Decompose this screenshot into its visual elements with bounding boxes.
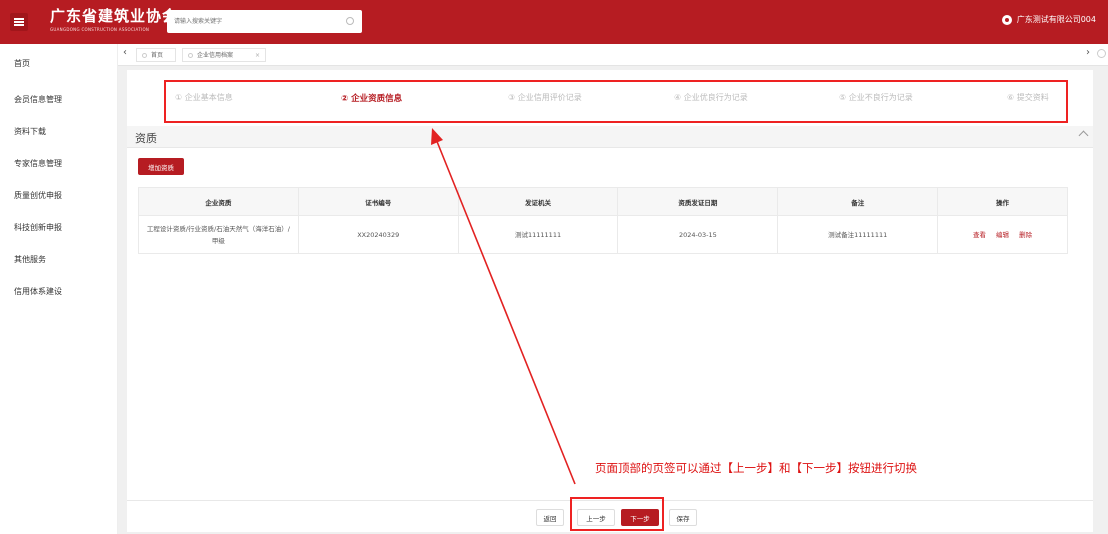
tab-credit-label: 企业信用档案 bbox=[197, 52, 234, 59]
tab-home-label: 首页 bbox=[151, 52, 164, 59]
section-header: 资质 bbox=[127, 126, 1093, 148]
edit-link[interactable]: 编辑 bbox=[996, 231, 1009, 239]
column-header: 备注 bbox=[777, 187, 939, 216]
tab-scroll-right-icon[interactable]: › bbox=[1086, 47, 1090, 58]
column-header: 证书编号 bbox=[297, 187, 459, 216]
sidebar-item-home[interactable]: 首页 bbox=[0, 44, 117, 84]
step-bad-behavior[interactable]: ⑤ 企业不良行为记录 bbox=[839, 92, 913, 103]
cell-qualification: 工程设计资质/行业资质/石油天然气（海洋石油）/甲级 bbox=[138, 215, 299, 254]
user-name: 广东测试有限公司004 bbox=[1016, 15, 1096, 24]
sidebar-item-other[interactable]: 其他服务 bbox=[0, 244, 117, 276]
table-header-row: 企业资质 证书编号 发证机关 资质发证日期 备注 操作 bbox=[138, 187, 1068, 216]
column-header: 发证机关 bbox=[457, 187, 619, 216]
step-qualification-info[interactable]: ② 企业资质信息 bbox=[341, 92, 402, 104]
sidebar-item-credit[interactable]: 信用体系建设 bbox=[0, 276, 117, 308]
tab-close-icon[interactable]: × bbox=[255, 49, 260, 63]
site-subtitle: GUANGDONG CONSTRUCTION ASSOCIATION bbox=[50, 27, 150, 32]
table-row: 工程设计资质/行业资质/石油天然气（海洋石油）/甲级 XX20240329 测试… bbox=[138, 215, 1068, 254]
next-step-button[interactable]: 下一步 bbox=[621, 509, 659, 526]
form-footer: 返回 上一步 下一步 保存 bbox=[127, 500, 1093, 532]
top-header: 广东省建筑业协会 GUANGDONG CONSTRUCTION ASSOCIAT… bbox=[0, 0, 1108, 44]
step-submit[interactable]: ⑥ 提交资料 bbox=[1007, 92, 1049, 103]
tab-strip: ‹ 首页 企业信用档案 × › bbox=[118, 44, 1108, 66]
tab-dot-icon bbox=[142, 53, 147, 58]
add-qualification-button[interactable]: 增加资质 bbox=[138, 158, 184, 175]
sidebar-item-downloads[interactable]: 资料下载 bbox=[0, 116, 117, 148]
section-title: 资质 bbox=[135, 132, 157, 145]
step-good-behavior[interactable]: ④ 企业优良行为记录 bbox=[674, 92, 748, 103]
close-all-tabs-icon[interactable] bbox=[1097, 49, 1106, 58]
tab-credit-profile[interactable]: 企业信用档案 × bbox=[182, 48, 266, 62]
user-menu[interactable]: 广东测试有限公司004 bbox=[1001, 14, 1096, 25]
search-input[interactable] bbox=[167, 10, 337, 33]
user-avatar-icon bbox=[1001, 14, 1012, 25]
step-tabs: ① 企业基本信息 ② 企业资质信息 ③ 企业信用评价记录 ④ 企业优良行为记录 … bbox=[127, 70, 1093, 126]
menu-toggle-icon[interactable] bbox=[10, 13, 28, 31]
tab-scroll-left-icon[interactable]: ‹ bbox=[123, 47, 127, 58]
sidebar-item-member-info[interactable]: 会员信息管理 bbox=[0, 84, 117, 116]
qualification-table: 企业资质 证书编号 发证机关 资质发证日期 备注 操作 工程设计资质/行业资质/… bbox=[138, 187, 1068, 254]
step-basic-info[interactable]: ① 企业基本信息 bbox=[175, 92, 233, 103]
column-header: 资质发证日期 bbox=[617, 187, 779, 216]
tab-dot-icon bbox=[188, 53, 193, 58]
collapse-chevron-icon[interactable] bbox=[1078, 130, 1089, 141]
annotation-text: 页面顶部的页签可以通过【上一步】和【下一步】按钮进行切换 bbox=[595, 461, 917, 475]
cell-issuer: 测试11111111 bbox=[457, 215, 619, 254]
delete-link[interactable]: 删除 bbox=[1019, 231, 1032, 239]
cell-cert-no: XX20240329 bbox=[297, 215, 459, 254]
cell-operations: 查看 编辑 删除 bbox=[937, 215, 1068, 254]
view-link[interactable]: 查看 bbox=[973, 231, 986, 239]
sidebar-item-quality[interactable]: 质量创优申报 bbox=[0, 180, 117, 212]
step-credit-evaluation[interactable]: ③ 企业信用评价记录 bbox=[508, 92, 582, 103]
cell-remark: 测试备注11111111 bbox=[777, 215, 939, 254]
column-header: 操作 bbox=[937, 187, 1068, 216]
site-title: 广东省建筑业协会 bbox=[50, 7, 179, 25]
sidebar-item-innovation[interactable]: 科技创新申报 bbox=[0, 212, 117, 244]
search-box bbox=[167, 10, 362, 33]
prev-step-button[interactable]: 上一步 bbox=[577, 509, 615, 526]
tab-home[interactable]: 首页 bbox=[136, 48, 176, 62]
column-header: 企业资质 bbox=[138, 187, 299, 216]
search-icon[interactable] bbox=[346, 17, 354, 25]
save-button[interactable]: 保存 bbox=[669, 509, 697, 526]
sidebar: 首页 会员信息管理 资料下载 专家信息管理 质量创优申报 科技创新申报 其他服务… bbox=[0, 44, 118, 534]
sidebar-item-experts[interactable]: 专家信息管理 bbox=[0, 148, 117, 180]
cell-issue-date: 2024-03-15 bbox=[617, 215, 779, 254]
back-button[interactable]: 返回 bbox=[536, 509, 564, 526]
